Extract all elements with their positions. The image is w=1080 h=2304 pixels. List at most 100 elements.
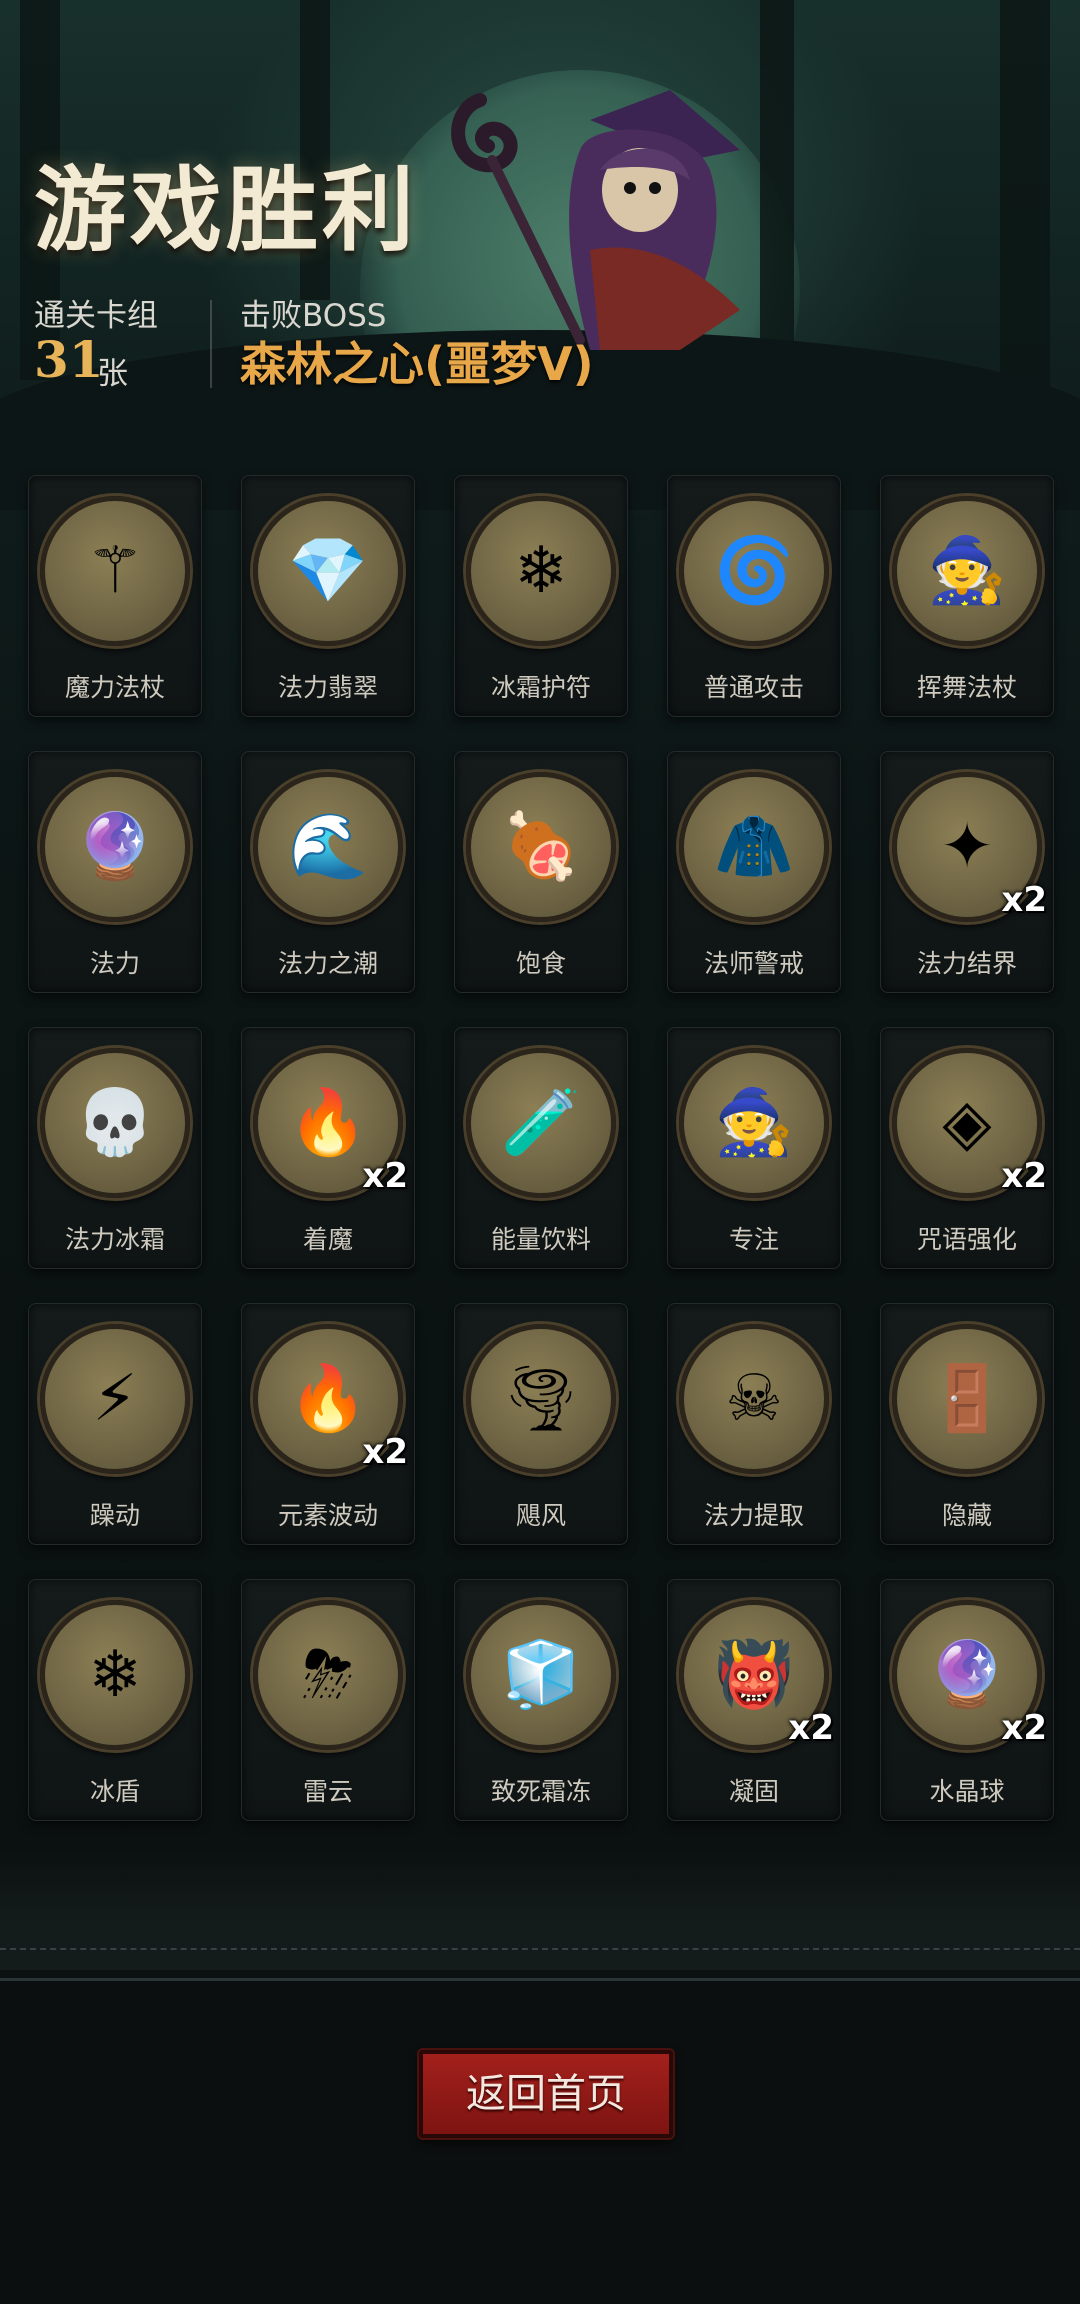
bottom-panel bbox=[0, 1981, 1080, 2304]
frost-amulet-icon: ❄ bbox=[514, 534, 568, 608]
card-art: 🧪 bbox=[466, 1048, 616, 1198]
mana-orb-icon: 🔮 bbox=[75, 810, 155, 884]
card-item[interactable]: ☠ 法力提取 bbox=[667, 1303, 841, 1545]
card-item[interactable]: 🔥 x2 着魔 bbox=[241, 1027, 415, 1269]
card-name: 法力之潮 bbox=[277, 949, 378, 978]
card-name: 挥舞法杖 bbox=[916, 673, 1017, 702]
petrified-troll-icon: 👹 bbox=[714, 1638, 794, 1712]
possessed-icon: 🔥 bbox=[288, 1086, 368, 1160]
card-grid: ⚚ 魔力法杖 💎 法力翡翠 ❄ 冰霜护符 🌀 普通攻击 🧙 挥舞法杖 🔮 法力 🌊 法力之潮 🍖 饱食 🧥 法师警… bbox=[28, 475, 1054, 1821]
card-name: 雷云 bbox=[302, 1777, 353, 1806]
stat-divider bbox=[210, 300, 212, 388]
old-wizard-icon: 🧙 bbox=[714, 1086, 794, 1160]
card-art: ⛈ bbox=[253, 1600, 403, 1750]
dashed-divider bbox=[0, 1948, 1080, 1950]
card-name: 躁动 bbox=[89, 1501, 140, 1530]
victory-title: 游戏胜利 bbox=[34, 157, 419, 264]
mana-barrier-icon: ✦ bbox=[940, 810, 994, 884]
deck-unit: 张 bbox=[97, 356, 128, 392]
card-item[interactable]: ⚡ 躁动 bbox=[28, 1303, 202, 1545]
card-item[interactable]: 🚪 隐藏 bbox=[880, 1303, 1054, 1545]
frenzy-icon: ⚡ bbox=[92, 1362, 138, 1436]
card-name: 飓风 bbox=[515, 1501, 566, 1530]
energy-drink-icon: 🧪 bbox=[501, 1086, 581, 1160]
card-name: 冰盾 bbox=[89, 1777, 140, 1806]
card-art: 🌪 bbox=[466, 1324, 616, 1474]
card-item[interactable]: 🧊 致死霜冻 bbox=[454, 1579, 628, 1821]
card-name: 法力 bbox=[89, 949, 140, 978]
card-item[interactable]: 🍖 饱食 bbox=[454, 751, 628, 993]
spell-crystal-icon: ◈ bbox=[942, 1086, 992, 1160]
card-count-badge: x2 bbox=[362, 1156, 408, 1196]
card-item[interactable]: 🧪 能量饮料 bbox=[454, 1027, 628, 1269]
card-name: 冰霜护符 bbox=[490, 673, 591, 702]
card-art: 💎 bbox=[253, 496, 403, 646]
card-art: 🧙 bbox=[892, 496, 1042, 646]
card-art: 🌊 bbox=[253, 772, 403, 922]
card-name: 致死霜冻 bbox=[490, 1777, 591, 1806]
elemental-wave-icon: 🔥 bbox=[288, 1362, 368, 1436]
deck-count: 31 bbox=[34, 330, 104, 389]
card-item[interactable]: 👹 x2 凝固 bbox=[667, 1579, 841, 1821]
card-name: 能量饮料 bbox=[490, 1225, 591, 1254]
card-item[interactable]: 🧥 法师警戒 bbox=[667, 751, 841, 993]
card-item[interactable]: 🔮 x2 水晶球 bbox=[880, 1579, 1054, 1821]
card-name: 元素波动 bbox=[277, 1501, 378, 1530]
card-item[interactable]: 🔮 法力 bbox=[28, 751, 202, 993]
card-count-badge: x2 bbox=[362, 1432, 408, 1472]
card-art: ⚡ bbox=[40, 1324, 190, 1474]
ground-silhouette bbox=[0, 1850, 1080, 1970]
card-item[interactable]: ❄ 冰盾 bbox=[28, 1579, 202, 1821]
card-item[interactable]: 🌪 飓风 bbox=[454, 1303, 628, 1545]
card-item[interactable]: 🧙 专注 bbox=[667, 1027, 841, 1269]
ice-shield-icon: ❄ bbox=[88, 1638, 142, 1712]
card-item[interactable]: 💎 法力翡翠 bbox=[241, 475, 415, 717]
card-name: 水晶球 bbox=[929, 1777, 1005, 1806]
card-count-badge: x2 bbox=[1001, 880, 1047, 920]
card-item[interactable]: 🔥 x2 元素波动 bbox=[241, 1303, 415, 1545]
mana-tide-icon: 🌊 bbox=[288, 810, 368, 884]
return-home-button[interactable]: 返回首页 bbox=[419, 2050, 673, 2138]
card-count-badge: x2 bbox=[788, 1708, 834, 1748]
mana-skull-icon: ☠ bbox=[725, 1362, 783, 1436]
card-art: 💀 bbox=[40, 1048, 190, 1198]
card-item[interactable]: ✦ x2 法力结界 bbox=[880, 751, 1054, 993]
card-item[interactable]: 🧙 挥舞法杖 bbox=[880, 475, 1054, 717]
card-name: 着魔 bbox=[302, 1225, 353, 1254]
spiral-staff-icon: 🌀 bbox=[714, 534, 794, 608]
card-art: ❄ bbox=[466, 496, 616, 646]
card-item[interactable]: 💀 法力冰霜 bbox=[28, 1027, 202, 1269]
card-name: 法力翡翠 bbox=[277, 673, 378, 702]
frost-skull-icon: 💀 bbox=[75, 1086, 155, 1160]
hooded-mage-icon: 🧥 bbox=[714, 810, 794, 884]
card-name: 法力冰霜 bbox=[64, 1225, 165, 1254]
card-item[interactable]: ◈ x2 咒语强化 bbox=[880, 1027, 1054, 1269]
card-count-badge: x2 bbox=[1001, 1708, 1047, 1748]
card-name: 普通攻击 bbox=[703, 673, 804, 702]
full-belly-icon: 🍖 bbox=[501, 810, 581, 884]
card-name: 凝固 bbox=[728, 1777, 779, 1806]
magic-staff-icon: ⚚ bbox=[86, 534, 144, 608]
card-art: 🧙 bbox=[679, 1048, 829, 1198]
card-item[interactable]: ⚚ 魔力法杖 bbox=[28, 475, 202, 717]
card-name: 专注 bbox=[728, 1225, 779, 1254]
card-name: 法师警戒 bbox=[703, 949, 804, 978]
card-art: 🚪 bbox=[892, 1324, 1042, 1474]
card-item[interactable]: 🌀 普通攻击 bbox=[667, 475, 841, 717]
frozen-skeleton-icon: 🧊 bbox=[501, 1638, 581, 1712]
card-art: 🌀 bbox=[679, 496, 829, 646]
card-art: 🍖 bbox=[466, 772, 616, 922]
card-art: 🔮 bbox=[40, 772, 190, 922]
card-item[interactable]: ❄ 冰霜护符 bbox=[454, 475, 628, 717]
card-item[interactable]: ⛈ 雷云 bbox=[241, 1579, 415, 1821]
card-name: 隐藏 bbox=[941, 1501, 992, 1530]
card-art: 🧊 bbox=[466, 1600, 616, 1750]
emerald-icon: 💎 bbox=[288, 534, 368, 608]
boss-name: 森林之心(噩梦V) bbox=[240, 337, 594, 391]
card-name: 魔力法杖 bbox=[64, 673, 165, 702]
card-item[interactable]: 🌊 法力之潮 bbox=[241, 751, 415, 993]
hiding-goblin-icon: 🚪 bbox=[927, 1362, 1007, 1436]
card-name: 饱食 bbox=[515, 949, 566, 978]
card-name: 咒语强化 bbox=[916, 1225, 1017, 1254]
card-art: ☠ bbox=[679, 1324, 829, 1474]
